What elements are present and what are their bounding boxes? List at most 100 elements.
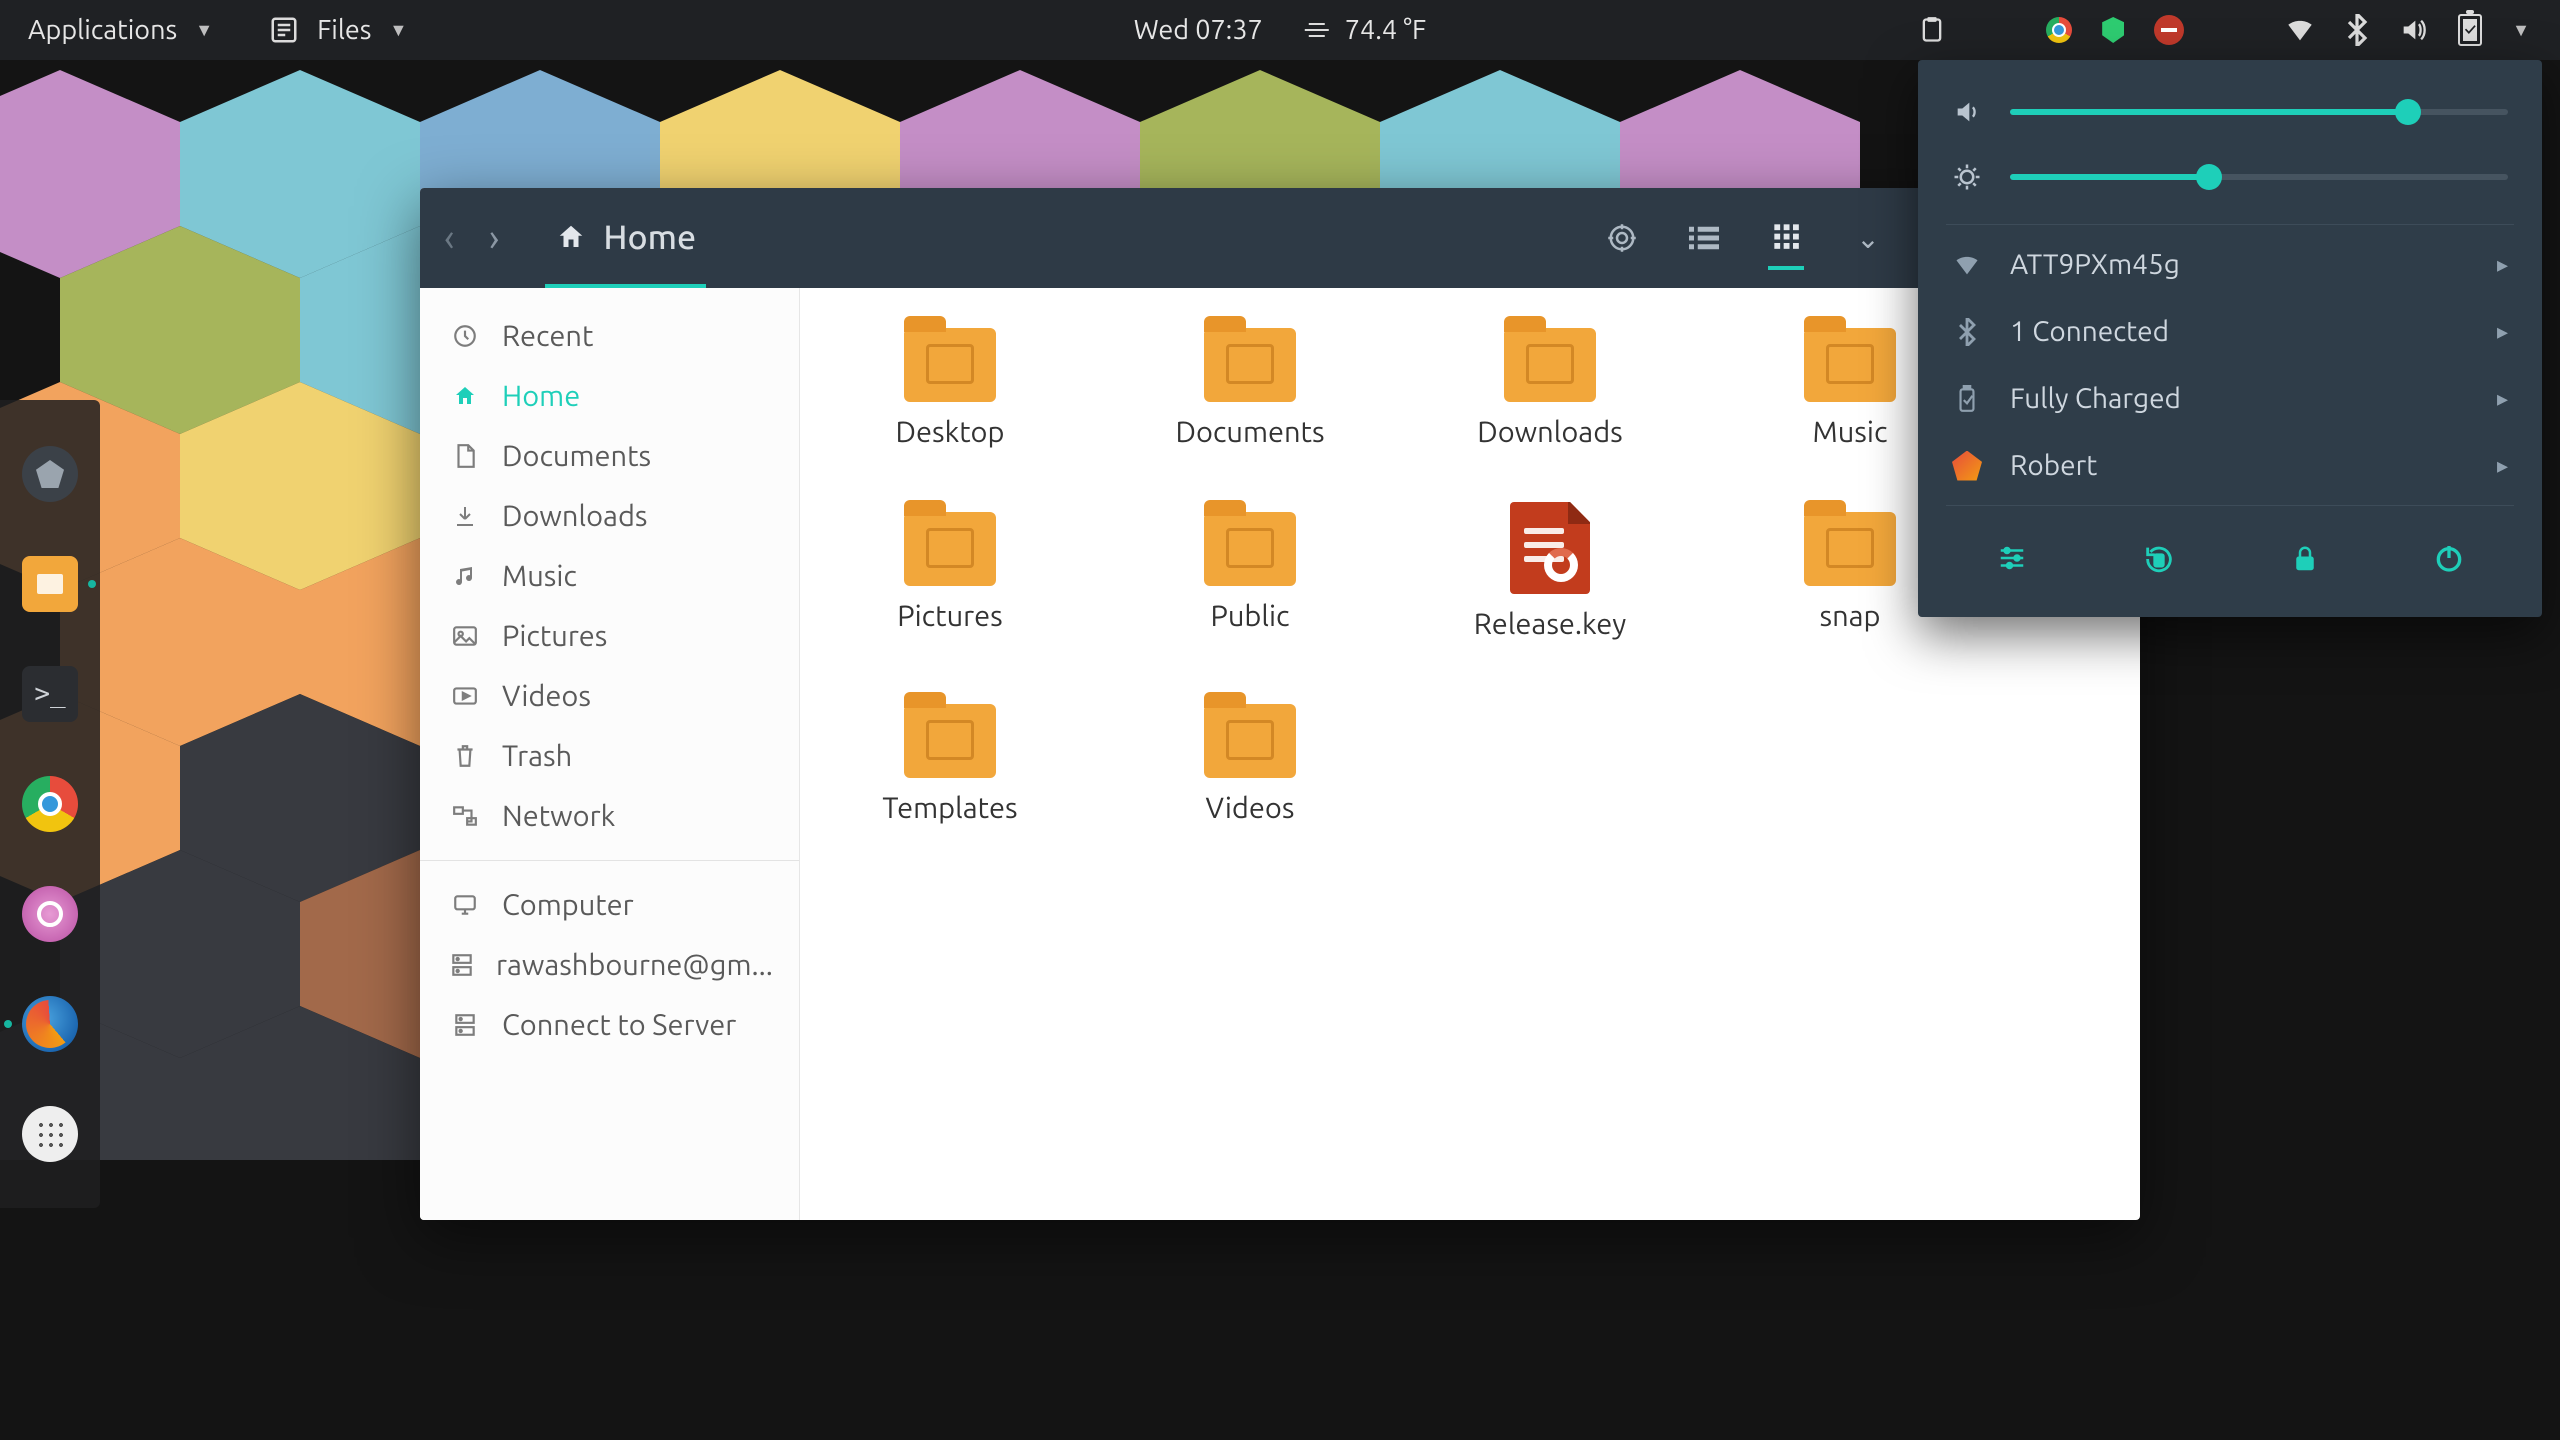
system-menu-item-bluetooth[interactable]: 1 Connected ▸ (1918, 298, 2542, 365)
top-panel: Applications ▼ Files ▼ Wed 07:37 74.4 °F (0, 0, 2560, 60)
file-item[interactable]: Public (1140, 502, 1360, 640)
sidebar-item-pictures[interactable]: Pictures (420, 606, 799, 666)
sidebar-item-documents[interactable]: Documents (420, 426, 799, 486)
dock-show-apps[interactable] (22, 1106, 78, 1162)
sidebar-item-server[interactable]: Connect to Server (420, 995, 799, 1055)
system-menu-item-battery[interactable]: Fully Charged▸ (1918, 365, 2542, 432)
system-actions (1918, 512, 2542, 617)
battery-icon[interactable]: ✓ (2458, 14, 2482, 46)
sidebar-item-recent[interactable]: Recent (420, 306, 799, 366)
file-item[interactable]: Desktop (840, 318, 1060, 448)
file-label: Music (1813, 416, 1888, 448)
sidebar-item-label: Network (502, 800, 615, 832)
dock-app-settings[interactable] (22, 886, 78, 942)
user-icon (1952, 451, 1982, 481)
wifi-icon[interactable] (2284, 17, 2316, 43)
folder-icon (1804, 328, 1896, 402)
folder-icon (1204, 512, 1296, 586)
location-button[interactable] (1604, 220, 1640, 256)
location-breadcrumb[interactable]: Home (545, 188, 706, 288)
shield-tray-icon[interactable] (2102, 17, 2124, 43)
sidebar: Recent Home Documents Downloads Music Picture… (420, 288, 800, 1220)
sidebar-item-network[interactable]: Network (420, 786, 799, 846)
server-icon (450, 952, 474, 978)
pictures-icon (450, 625, 480, 647)
view-options-button[interactable]: ⌄ (1850, 220, 1886, 256)
dock-app-firefox[interactable] (22, 996, 78, 1052)
server-icon (450, 1012, 480, 1038)
chevron-down-icon[interactable]: ▼ (2512, 20, 2530, 41)
folder-icon (1504, 328, 1596, 402)
no-entry-icon[interactable] (2154, 15, 2184, 45)
sidebar-item-server[interactable]: rawashbourne@gm... (420, 935, 799, 995)
file-item[interactable]: Documents (1140, 318, 1360, 448)
desktop: Applications ▼ Files ▼ Wed 07:37 74.4 °F (0, 0, 2560, 1440)
dock-app-software[interactable] (22, 446, 78, 502)
volume-icon[interactable] (2398, 16, 2428, 44)
nav-forward-button[interactable]: › (489, 217, 500, 259)
rotation-lock-button[interactable] (2142, 542, 2176, 583)
wifi-icon (1952, 253, 1982, 277)
dock-app-chrome[interactable] (22, 776, 78, 832)
dock: >_ (0, 400, 100, 1208)
sidebar-item-label: Pictures (502, 620, 607, 652)
files-menu[interactable]: Files (317, 15, 371, 45)
sidebar-separator (420, 860, 799, 861)
titlebar: ‹ › Home ⌄ — (420, 188, 2140, 288)
file-item[interactable]: Pictures (840, 502, 1060, 640)
icon-view-button[interactable] (1768, 234, 1804, 270)
sidebar-item-label: Computer (502, 889, 634, 921)
file-item[interactable]: Templates (840, 694, 1060, 824)
chrome-tray-icon[interactable] (2046, 17, 2072, 43)
weather-indicator[interactable]: 74.4 °F (1303, 15, 1426, 45)
sidebar-item-home[interactable]: Home (420, 366, 799, 426)
power-button[interactable] (2433, 542, 2465, 583)
downloads-icon (450, 503, 480, 529)
key-file-icon (1510, 502, 1590, 594)
dock-app-terminal[interactable]: >_ (22, 666, 78, 722)
brightness-icon (1952, 162, 1982, 192)
chevron-right-icon: ▸ (2497, 319, 2508, 345)
list-view-button[interactable] (1686, 220, 1722, 256)
nav-back-button[interactable]: ‹ (444, 217, 455, 259)
volume-slider[interactable] (2010, 109, 2508, 115)
files-window: ‹ › Home ⌄ — Recent Home Documents Download… (420, 188, 2140, 1220)
system-menu-label: 1 Connected (2010, 316, 2169, 347)
lock-button[interactable] (2290, 542, 2320, 583)
temperature-label: 74.4 °F (1345, 15, 1426, 45)
system-menu-label: ATT9PXm45g (2010, 249, 2180, 280)
sidebar-item-label: Home (502, 380, 580, 412)
file-label: Public (1211, 600, 1290, 632)
sidebar-item-trash[interactable]: Trash (420, 726, 799, 786)
brightness-slider[interactable] (2010, 174, 2508, 180)
applications-menu[interactable]: Applications (28, 15, 177, 45)
file-item[interactable]: Downloads (1440, 318, 1660, 448)
file-label: Documents (1175, 416, 1324, 448)
sidebar-item-label: Documents (502, 440, 651, 472)
bluetooth-icon[interactable] (2346, 14, 2368, 46)
folder-icon (904, 704, 996, 778)
sidebar-item-label: Trash (502, 740, 572, 772)
file-label: Videos (1206, 792, 1295, 824)
folder-icon (904, 328, 996, 402)
sidebar-item-music[interactable]: Music (420, 546, 799, 606)
chevron-down-icon: ▼ (390, 20, 408, 41)
file-item[interactable]: Videos (1140, 694, 1360, 824)
sidebar-item-computer[interactable]: Computer (420, 875, 799, 935)
music-icon (450, 563, 480, 589)
trash-icon (450, 743, 480, 769)
volume-slider-row (1918, 88, 2542, 152)
sidebar-item-label: Downloads (502, 500, 648, 532)
clock[interactable]: Wed 07:37 (1134, 15, 1263, 45)
file-item[interactable]: Release.key (1440, 502, 1660, 640)
system-menu-item-wifi[interactable]: ATT9PXm45g▸ (1918, 231, 2542, 298)
folder-icon (1204, 328, 1296, 402)
sidebar-item-downloads[interactable]: Downloads (420, 486, 799, 546)
settings-button[interactable] (1995, 542, 2029, 583)
sidebar-item-label: rawashbourne@gm... (496, 949, 773, 981)
dock-app-files[interactable] (22, 556, 78, 612)
clipboard-icon[interactable] (1918, 14, 1946, 46)
sidebar-item-videos[interactable]: Videos (420, 666, 799, 726)
chevron-right-icon: ▸ (2497, 386, 2508, 412)
system-menu-item-user[interactable]: Robert▸ (1918, 432, 2542, 499)
